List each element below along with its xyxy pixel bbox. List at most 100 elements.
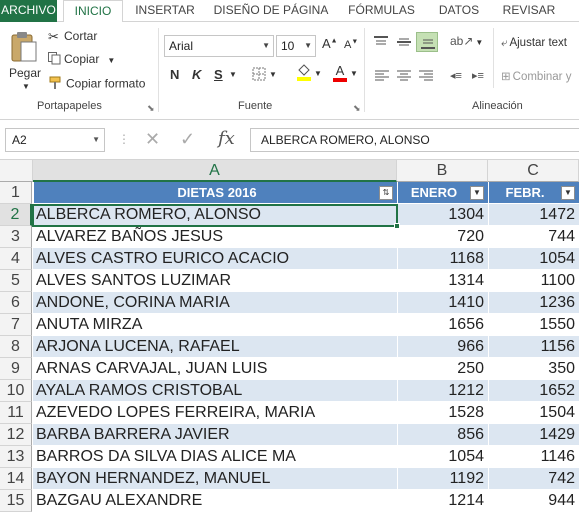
header-cell-dietas[interactable]: DIETAS 2016 ⇅ [33,182,397,204]
tab-formulas[interactable]: FÓRMULAS [341,0,422,22]
row-number[interactable]: 3 [0,226,32,248]
name-cell[interactable]: ANUTA MIRZA [33,314,397,336]
enero-cell[interactable]: 720 [397,226,488,248]
dialog-launcher-icon[interactable]: ⬊ [147,103,155,114]
column-header-a[interactable]: A [33,160,397,182]
filter-dropdown-icon[interactable]: ▼ [470,186,484,200]
febr-cell[interactable]: 1156 [488,336,579,358]
tab-inicio[interactable]: INICIO [63,0,123,23]
select-all-corner[interactable] [0,160,33,182]
febr-cell[interactable]: 1429 [488,424,579,446]
enero-cell[interactable]: 250 [397,358,488,380]
enero-cell[interactable]: 1214 [397,490,488,512]
align-center-button[interactable] [396,68,412,83]
name-cell[interactable]: BARBA BARRERA JAVIER [33,424,397,446]
italic-button[interactable]: K [192,67,201,82]
febr-cell[interactable]: 1472 [488,204,579,226]
enero-cell[interactable]: 1304 [397,204,488,226]
row-number[interactable]: 11 [0,402,32,424]
name-cell[interactable]: AZEVEDO LOPES FERREIRA, MARIA [33,402,397,424]
febr-cell[interactable]: 1236 [488,292,579,314]
tab-diseno-pagina[interactable]: DISEÑO DE PÁGINA [208,0,334,22]
enero-cell[interactable]: 1054 [397,446,488,468]
dialog-launcher-icon[interactable]: ⬊ [353,103,361,114]
name-box[interactable]: A2 ▼ [5,128,105,152]
febr-cell[interactable]: 350 [488,358,579,380]
align-middle-button[interactable] [396,34,412,49]
febr-cell[interactable]: 1054 [488,248,579,270]
orientation-button[interactable]: ab↗ ▼ [450,34,483,48]
enero-cell[interactable]: 966 [397,336,488,358]
grow-font-button[interactable]: A▲ [322,36,338,51]
febr-cell[interactable]: 1504 [488,402,579,424]
row-number[interactable]: 13 [0,446,32,468]
row-number[interactable]: 15 [0,490,32,512]
enero-cell[interactable]: 856 [397,424,488,446]
cut-button[interactable]: ✂ Cortar [48,29,97,45]
align-right-button[interactable] [418,68,434,83]
enero-cell[interactable]: 1314 [397,270,488,292]
name-cell[interactable]: ARJONA LUCENA, RAFAEL [33,336,397,358]
bold-button[interactable]: N [170,67,179,82]
febr-cell[interactable]: 1652 [488,380,579,402]
febr-cell[interactable]: 1550 [488,314,579,336]
format-painter-button[interactable]: Copiar formato [48,76,145,93]
tab-archivo[interactable]: ARCHIVO [0,0,57,22]
name-cell[interactable]: ALBERCA ROMERO, ALONSO [33,204,397,226]
paste-button[interactable] [9,30,39,64]
row-number[interactable]: 7 [0,314,32,336]
copy-button[interactable]: Copiar ▼ [48,52,115,68]
cancel-icon[interactable]: ✕ [145,129,160,150]
row-number[interactable]: 4 [0,248,32,270]
font-name-select[interactable]: Arial ▼ [164,35,274,57]
header-cell-enero[interactable]: ENERO ▼ [397,182,488,204]
column-header-b[interactable]: B [397,160,488,182]
wrap-text-button[interactable]: ⤶ Ajustar text [501,37,567,50]
name-cell[interactable]: ALVES CASTRO EURICO ACACIO [33,248,397,270]
name-cell[interactable]: ANDONE, CORINA MARIA [33,292,397,314]
febr-cell[interactable]: 1100 [488,270,579,292]
font-size-select[interactable]: 10 ▼ [276,35,316,57]
column-header-c[interactable]: C [488,160,579,182]
merge-center-button[interactable]: ⊞ Combinar y [501,69,571,83]
tab-insertar[interactable]: INSERTAR [128,0,202,22]
row-number[interactable]: 9 [0,358,32,380]
name-cell[interactable]: BAYON HERNANDEZ, MANUEL [33,468,397,490]
row-number[interactable]: 1 [0,182,32,204]
enero-cell[interactable]: 1528 [397,402,488,424]
enero-cell[interactable]: 1410 [397,292,488,314]
borders-button[interactable]: ▼ [252,66,277,81]
name-cell[interactable]: AYALA RAMOS CRISTOBAL [33,380,397,402]
enero-cell[interactable]: 1192 [397,468,488,490]
font-color-button[interactable]: A ▼ [333,64,358,82]
name-cell[interactable]: ARNAS CARVAJAL, JUAN LUIS [33,358,397,380]
fill-handle[interactable] [394,223,400,229]
enero-cell[interactable]: 1168 [397,248,488,270]
name-cell[interactable]: ALVAREZ BAÑOS JESUS [33,226,397,248]
enero-cell[interactable]: 1212 [397,380,488,402]
underline-button[interactable]: S [214,67,223,82]
febr-cell[interactable]: 1146 [488,446,579,468]
row-number[interactable]: 8 [0,336,32,358]
febr-cell[interactable]: 944 [488,490,579,512]
align-bottom-button[interactable] [416,32,438,52]
align-left-button[interactable] [374,68,390,83]
filter-sort-icon[interactable]: ⇅ [379,186,393,200]
increase-indent-button[interactable]: ▸≡ [472,68,484,82]
formula-input[interactable]: ALBERCA ROMERO, ALONSO [250,128,579,152]
align-top-button[interactable] [373,34,389,49]
chevron-down-icon[interactable]: ▼ [22,82,30,91]
header-cell-febr[interactable]: FEBR. ▼ [488,182,579,204]
row-number[interactable]: 10 [0,380,32,402]
tab-revisar[interactable]: REVISAR [496,0,562,22]
shrink-font-button[interactable]: A▼ [344,38,358,51]
insert-function-button[interactable]: fx [218,128,235,149]
name-cell[interactable]: BAZGAU ALEXANDRE [33,490,397,512]
decrease-indent-button[interactable]: ◂≡ [450,68,462,82]
row-number[interactable]: 2 [0,204,32,226]
enero-cell[interactable]: 1656 [397,314,488,336]
filter-dropdown-icon[interactable]: ▼ [561,186,575,200]
row-number[interactable]: 6 [0,292,32,314]
name-cell[interactable]: ALVES SANTOS LUZIMAR [33,270,397,292]
enter-icon[interactable]: ✓ [180,129,195,150]
